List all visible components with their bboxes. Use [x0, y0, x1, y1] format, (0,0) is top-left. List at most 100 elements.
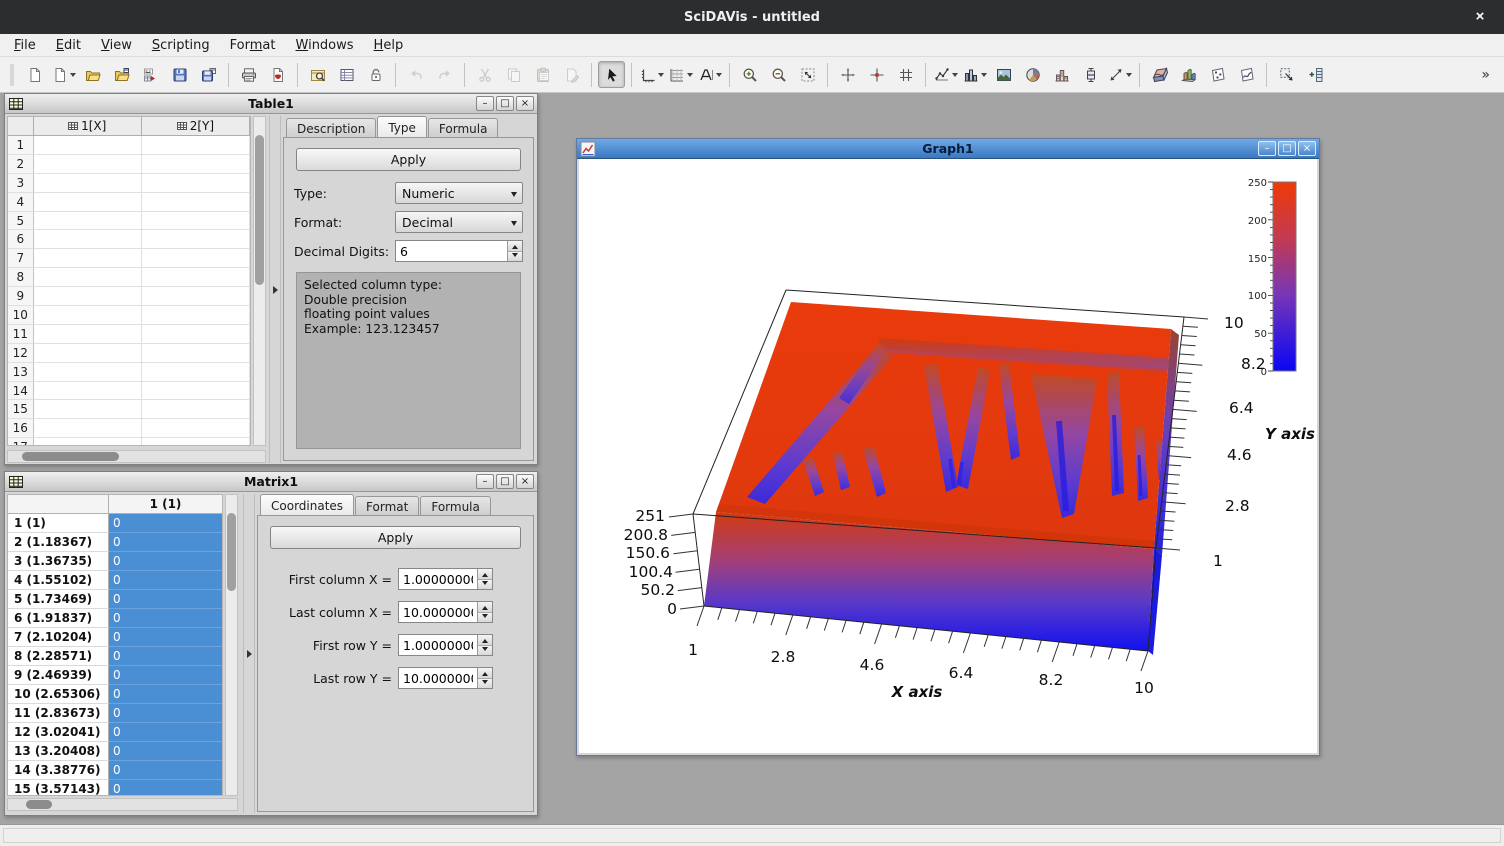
table-cell[interactable]	[142, 230, 250, 249]
row-header[interactable]: 11	[8, 325, 34, 344]
matrix-cell[interactable]: 0	[109, 647, 222, 666]
table-cell[interactable]	[142, 155, 250, 174]
last-column-x-input[interactable]	[399, 602, 477, 622]
scale-axes-button[interactable]	[638, 61, 665, 88]
first-column-x-input[interactable]	[399, 569, 477, 589]
table-cell[interactable]	[142, 212, 250, 231]
scrollbar-thumb[interactable]	[26, 800, 52, 809]
plot-histogram-button[interactable]	[1048, 61, 1075, 88]
table-cell[interactable]	[34, 287, 142, 306]
pointer-button[interactable]	[598, 61, 625, 88]
graph1-titlebar[interactable]: Graph1 – □ ×	[577, 139, 1319, 159]
surface-plot[interactable]: 251 200.8 150.6 100.4 50.2 0 1 2.8 4.6 6…	[579, 159, 1317, 753]
row-header[interactable]: 6	[8, 230, 34, 249]
menu-help[interactable]: Help	[364, 36, 414, 55]
table-cell[interactable]	[34, 136, 142, 155]
scrollbar-thumb[interactable]	[22, 452, 119, 461]
menu-format[interactable]: Format	[220, 36, 286, 55]
table-cell[interactable]	[34, 419, 142, 438]
plot-bar-button[interactable]	[961, 61, 988, 88]
tab-format[interactable]: Format	[355, 496, 419, 516]
add-column-button[interactable]	[1302, 61, 1329, 88]
plot-3d-trajectory-button[interactable]	[1233, 61, 1260, 88]
new-window-button[interactable]	[50, 61, 77, 88]
arrange-layers-button[interactable]	[1273, 61, 1300, 88]
table-cell[interactable]	[34, 400, 142, 419]
tab-formula[interactable]: Formula	[428, 118, 499, 138]
spin-up-icon[interactable]	[478, 602, 492, 613]
matrix-row-header[interactable]: 9 (2.46939)	[8, 666, 109, 685]
rescale-button[interactable]	[794, 61, 821, 88]
close-button[interactable]: ×	[1298, 141, 1316, 156]
first-row-y-input[interactable]	[399, 635, 477, 655]
new-project-button[interactable]	[21, 61, 48, 88]
app-close-button[interactable]: ×	[1470, 7, 1490, 27]
table-cell[interactable]	[34, 174, 142, 193]
last-column-x-spinbox[interactable]	[398, 601, 493, 623]
format-combobox[interactable]: Decimal	[395, 211, 523, 233]
maximize-button[interactable]: □	[1278, 141, 1296, 156]
apply-button[interactable]: Apply	[270, 526, 521, 549]
row-header[interactable]: 9	[8, 287, 34, 306]
maximize-button[interactable]: □	[496, 474, 514, 489]
menu-windows[interactable]: Windows	[286, 36, 364, 55]
menu-file[interactable]: File	[4, 36, 46, 55]
row-header[interactable]: 1	[8, 136, 34, 155]
column-header-2[interactable]: 2[Y]	[142, 117, 250, 135]
row-header[interactable]: 13	[8, 363, 34, 382]
panel-collapse-handle[interactable]	[243, 494, 255, 813]
table-cell[interactable]	[34, 363, 142, 382]
menu-edit[interactable]: Edit	[46, 36, 91, 55]
table-cell[interactable]	[142, 306, 250, 325]
table-cell[interactable]	[34, 268, 142, 287]
plot-line-button[interactable]	[932, 61, 959, 88]
tab-formula[interactable]: Formula	[420, 496, 491, 516]
plot-3d-scatter-button[interactable]	[1204, 61, 1231, 88]
plot-3d-surface-button[interactable]	[1146, 61, 1173, 88]
horizontal-scrollbar[interactable]	[7, 798, 238, 811]
first-column-x-spinbox[interactable]	[398, 568, 493, 590]
save-template-button[interactable]	[195, 61, 222, 88]
matrix-cell[interactable]: 0	[109, 571, 222, 590]
matrix-cell[interactable]: 0	[109, 666, 222, 685]
tab-coordinates[interactable]: Coordinates	[260, 494, 354, 516]
spin-down-icon[interactable]	[508, 252, 522, 262]
spin-up-icon[interactable]	[508, 241, 522, 252]
plot-pie-button[interactable]	[1019, 61, 1046, 88]
close-button[interactable]: ×	[516, 474, 534, 489]
row-header[interactable]: 12	[8, 344, 34, 363]
apply-button[interactable]: Apply	[296, 148, 521, 171]
plot-image-button[interactable]	[990, 61, 1017, 88]
last-row-y-spinbox[interactable]	[398, 667, 493, 689]
matrix-cell[interactable]: 0	[109, 590, 222, 609]
row-header[interactable]: 7	[8, 249, 34, 268]
table-cell[interactable]	[142, 419, 250, 438]
matrix-cell[interactable]: 0	[109, 742, 222, 761]
table-cell[interactable]	[34, 344, 142, 363]
table-cell[interactable]	[34, 306, 142, 325]
matrix-row-header[interactable]: 13 (3.20408)	[8, 742, 109, 761]
minimize-button[interactable]: –	[1258, 141, 1276, 156]
matrix-cell[interactable]: 0	[109, 514, 222, 533]
plot-box-button[interactable]	[1077, 61, 1104, 88]
row-header[interactable]: 2	[8, 155, 34, 174]
import-ascii-button[interactable]	[137, 61, 164, 88]
matrix-row-header[interactable]: 14 (3.38776)	[8, 761, 109, 780]
matrix-row-header[interactable]: 15 (3.57143)	[8, 780, 109, 796]
matrix-row-header[interactable]: 8 (2.28571)	[8, 647, 109, 666]
table-cell[interactable]	[34, 155, 142, 174]
table-cell[interactable]	[142, 400, 250, 419]
row-header[interactable]: 3	[8, 174, 34, 193]
row-header[interactable]: 16	[8, 419, 34, 438]
table-cell[interactable]	[142, 344, 250, 363]
table-cell[interactable]	[142, 174, 250, 193]
spin-down-icon[interactable]	[478, 580, 492, 590]
select-range-button[interactable]	[863, 61, 890, 88]
matrix-column-header[interactable]: 1 (1)	[109, 495, 222, 513]
table-cell[interactable]	[142, 382, 250, 401]
project-explorer-button[interactable]	[304, 61, 331, 88]
corner-header[interactable]	[8, 495, 109, 513]
matrix-cell[interactable]: 0	[109, 533, 222, 552]
matrix-cell[interactable]: 0	[109, 704, 222, 723]
toolbar-overflow-icon[interactable]: »	[1481, 67, 1494, 83]
